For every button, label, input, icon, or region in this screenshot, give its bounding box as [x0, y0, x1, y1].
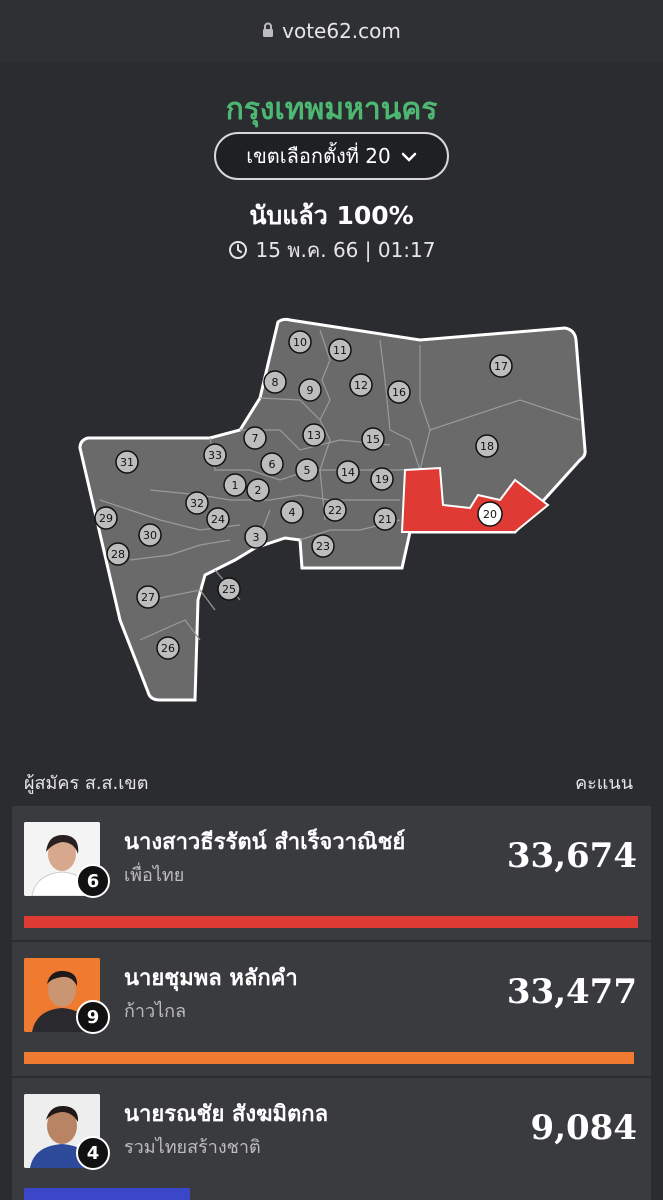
district-label-11: 11: [328, 338, 352, 362]
candidate-name: นายชุมพล หลักคำ: [124, 966, 298, 991]
district-label-26: 26: [156, 636, 180, 660]
district-label-21: 21: [373, 507, 397, 531]
browser-address-bar[interactable]: vote62.com: [0, 0, 663, 62]
svg-text:26: 26: [161, 642, 175, 655]
svg-text:10: 10: [293, 336, 307, 349]
svg-text:1: 1: [232, 479, 239, 492]
district-label-4: 4: [280, 500, 304, 524]
svg-text:27: 27: [141, 591, 155, 604]
svg-text:20: 20: [483, 508, 497, 521]
province-title: กรุงเทพมหานคร: [225, 92, 438, 127]
svg-text:12: 12: [354, 379, 368, 392]
district-label-15: 15: [361, 427, 385, 451]
updated-time: 15 พ.ค. 66 | 01:17: [0, 234, 663, 266]
candidate-card[interactable]: 4 นายรณชัย สังฆมิตกล รวมไทยสร้างชาติ 9,0…: [12, 1078, 651, 1200]
svg-text:3: 3: [253, 531, 260, 544]
district-dropdown[interactable]: เขตเลือกตั้งที่ 20: [214, 132, 449, 180]
candidate-votes: 33,477: [506, 972, 637, 1012]
district-label-19: 19: [370, 467, 394, 491]
vote-share-bar: [24, 1052, 634, 1064]
svg-text:8: 8: [272, 376, 279, 389]
district-label-22: 22: [323, 498, 347, 522]
clock-icon: [228, 241, 247, 259]
svg-text:24: 24: [211, 513, 225, 526]
district-label-10: 10: [288, 330, 312, 354]
updated-time-text: 15 พ.ค. 66 | 01:17: [255, 238, 436, 262]
candidate-name: นางสาวธีรรัตน์ สำเร็จวาณิชย์: [124, 830, 406, 855]
district-label-18: 18: [475, 434, 499, 458]
svg-text:22: 22: [328, 504, 342, 517]
svg-text:28: 28: [111, 548, 125, 561]
svg-text:11: 11: [333, 344, 347, 357]
district-label-29: 29: [94, 506, 118, 530]
candidate-number-badge: 4: [76, 1136, 110, 1170]
svg-text:2: 2: [255, 484, 262, 497]
district-label-8: 8: [263, 370, 287, 394]
candidate-votes: 9,084: [530, 1108, 637, 1148]
district-label-25: 25: [217, 577, 241, 601]
district-label-14: 14: [336, 460, 360, 484]
svg-text:14: 14: [341, 466, 355, 479]
district-label-17: 17: [489, 354, 513, 378]
svg-text:16: 16: [392, 386, 406, 399]
district-label-33: 33: [203, 443, 227, 467]
district-label-28: 28: [106, 542, 130, 566]
bangkok-district-map[interactable]: 10 11 8 9 12 16 17 7 13 15 18 31 33 6 5 …: [0, 300, 663, 720]
district-label-5: 5: [295, 458, 319, 482]
district-label-12: 12: [349, 373, 373, 397]
district-label-9: 9: [298, 378, 322, 402]
svg-text:7: 7: [252, 432, 259, 445]
svg-text:13: 13: [307, 429, 321, 442]
svg-text:4: 4: [289, 506, 296, 519]
district-dropdown-label: เขตเลือกตั้งที่ 20: [246, 144, 391, 168]
candidate-name: นายรณชัย สังฆมิตกล: [124, 1102, 329, 1127]
svg-text:19: 19: [375, 473, 389, 486]
url-text: vote62.com: [282, 19, 401, 43]
svg-text:9: 9: [307, 384, 314, 397]
svg-text:5: 5: [304, 464, 311, 477]
candidate-party: ก้าวไกล: [124, 1001, 187, 1022]
district-label-1: 1: [223, 473, 247, 497]
svg-text:21: 21: [378, 513, 392, 526]
vote-share-bar: [24, 1188, 190, 1200]
svg-text:23: 23: [316, 540, 330, 553]
district-label-7: 7: [243, 426, 267, 450]
svg-text:18: 18: [480, 440, 494, 453]
district-label-23: 23: [311, 534, 335, 558]
district-label-24: 24: [206, 507, 230, 531]
candidates-column-label: ผู้สมัคร ส.ส.เขต: [24, 773, 149, 794]
candidate-number-badge: 6: [76, 864, 110, 898]
district-label-13: 13: [302, 423, 326, 447]
district-label-27: 27: [136, 585, 160, 609]
candidate-list-header: ผู้สมัคร ส.ส.เขต คะแนน: [24, 768, 633, 797]
svg-text:31: 31: [120, 456, 134, 469]
svg-text:32: 32: [190, 497, 204, 510]
district-label-20: 20: [477, 501, 503, 527]
svg-text:15: 15: [366, 433, 380, 446]
district-label-32: 32: [185, 491, 209, 515]
svg-text:33: 33: [208, 449, 222, 462]
svg-text:25: 25: [222, 583, 236, 596]
district-label-2: 2: [246, 478, 270, 502]
svg-text:29: 29: [99, 512, 113, 525]
district-label-16: 16: [387, 380, 411, 404]
candidate-party: เพื่อไทย: [124, 865, 185, 886]
counted-status: นับแล้ว 100%: [249, 201, 414, 230]
lock-icon: [262, 19, 274, 43]
svg-text:6: 6: [269, 458, 276, 471]
svg-text:30: 30: [143, 529, 157, 542]
candidate-card[interactable]: 9 นายชุมพล หลักคำ ก้าวไกล 33,477: [12, 942, 651, 1076]
candidate-card[interactable]: 6 นางสาวธีรรัตน์ สำเร็จวาณิชย์ เพื่อไทย …: [12, 806, 651, 940]
candidate-votes: 33,674: [506, 836, 637, 876]
chevron-down-icon: [401, 147, 417, 166]
district-label-31: 31: [115, 450, 139, 474]
district-label-6: 6: [260, 452, 284, 476]
svg-text:17: 17: [494, 360, 508, 373]
candidate-party: รวมไทยสร้างชาติ: [124, 1137, 261, 1158]
candidate-number-badge: 9: [76, 1000, 110, 1034]
district-label-3: 3: [244, 525, 268, 549]
score-column-label: คะแนน: [575, 773, 633, 794]
vote-share-bar: [24, 916, 638, 928]
district-label-30: 30: [138, 523, 162, 547]
